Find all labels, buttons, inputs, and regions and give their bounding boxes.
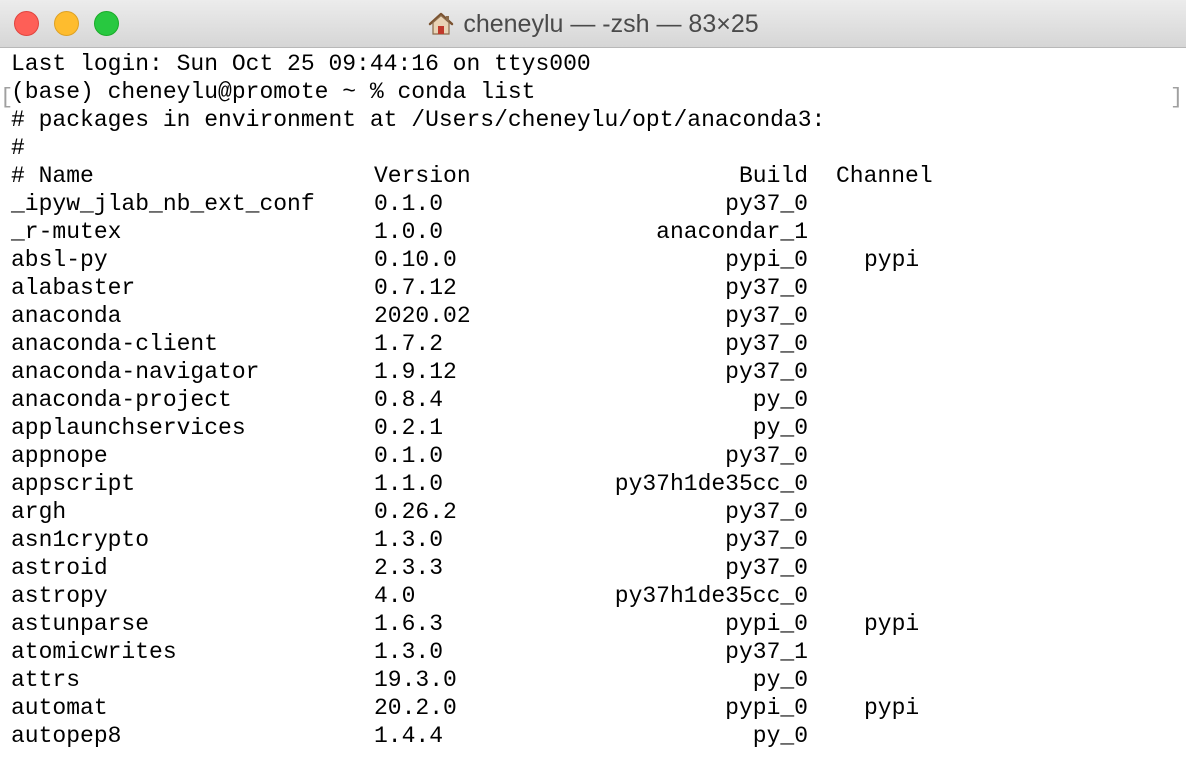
window-title: cheneylu — -zsh — 83×25	[463, 9, 759, 38]
package-channel: pypi	[864, 247, 920, 273]
package-channel: pypi	[864, 611, 920, 637]
package-name: applaunchservices	[11, 415, 246, 441]
package-version: 0.7.12	[374, 275, 457, 301]
header-name: # Name	[11, 163, 94, 189]
package-build: py_0	[752, 667, 808, 693]
package-name: appnope	[11, 443, 108, 469]
package-build: py37_0	[725, 443, 808, 469]
package-build: pypi_0	[725, 695, 808, 721]
header-build: Build	[738, 163, 808, 189]
mark-bracket-right: ]	[1170, 85, 1184, 110]
package-version: 4.0	[374, 583, 416, 609]
package-name: astroid	[11, 555, 108, 581]
package-version: 1.0.0	[374, 219, 444, 245]
package-name: astropy	[11, 583, 108, 609]
package-version: 1.6.3	[374, 611, 444, 637]
package-version: 0.8.4	[374, 387, 444, 413]
package-name: autopep8	[11, 723, 122, 749]
package-build: py37h1de35cc_0	[614, 471, 808, 497]
package-name: anaconda	[11, 303, 122, 329]
package-version: 2020.02	[374, 303, 471, 329]
package-build: py37h1de35cc_0	[614, 583, 808, 609]
environment-path-line: # packages in environment at /Users/chen…	[11, 107, 826, 133]
package-name: attrs	[11, 667, 81, 693]
package-version: 2.3.3	[374, 555, 444, 581]
package-name: absl-py	[11, 247, 108, 273]
package-build: py37_0	[725, 499, 808, 525]
comment-line: #	[11, 135, 25, 161]
package-version: 1.4.4	[374, 723, 444, 749]
package-version: 0.10.0	[374, 247, 457, 273]
package-name: argh	[11, 499, 67, 525]
package-build: py37_0	[725, 359, 808, 385]
package-version: 20.2.0	[374, 695, 457, 721]
package-version: 0.26.2	[374, 499, 457, 525]
package-channel: pypi	[864, 695, 920, 721]
terminal-window: cheneylu — -zsh — 83×25 [ ] Last login: …	[0, 0, 1186, 762]
package-build: py37_1	[725, 639, 808, 665]
package-name: _r-mutex	[11, 219, 122, 245]
package-build: py37_0	[725, 191, 808, 217]
title-bar[interactable]: cheneylu — -zsh — 83×25	[0, 0, 1186, 48]
package-build: anacondar_1	[656, 219, 808, 245]
package-build: py_0	[752, 387, 808, 413]
package-version: 1.3.0	[374, 527, 444, 553]
package-build: py37_0	[725, 303, 808, 329]
package-name: anaconda-project	[11, 387, 232, 413]
package-build: py37_0	[725, 555, 808, 581]
terminal-content[interactable]: [ ] Last login: Sun Oct 25 09:44:16 on t…	[0, 48, 1186, 762]
package-name: asn1crypto	[11, 527, 150, 553]
package-name: _ipyw_jlab_nb_ext_conf	[11, 191, 315, 217]
last-login-line: Last login: Sun Oct 25 09:44:16 on ttys0…	[11, 51, 591, 77]
package-build: pypi_0	[725, 247, 808, 273]
package-name: anaconda-navigator	[11, 359, 260, 385]
package-version: 0.1.0	[374, 443, 444, 469]
package-build: py37_0	[725, 527, 808, 553]
package-version: 1.9.12	[374, 359, 457, 385]
package-version: 0.1.0	[374, 191, 444, 217]
package-version: 19.3.0	[374, 667, 457, 693]
package-build: py_0	[752, 723, 808, 749]
package-version: 1.3.0	[374, 639, 444, 665]
package-version: 1.7.2	[374, 331, 444, 357]
package-version: 0.2.1	[374, 415, 444, 441]
package-version: 1.1.0	[374, 471, 444, 497]
package-name: astunparse	[11, 611, 150, 637]
window-title-area: cheneylu — -zsh — 83×25	[0, 0, 1186, 48]
header-channel: Channel	[836, 163, 933, 189]
package-name: alabaster	[11, 275, 136, 301]
package-name: anaconda-client	[11, 331, 219, 357]
header-version: Version	[374, 163, 471, 189]
package-build: py_0	[752, 415, 808, 441]
package-name: appscript	[11, 471, 136, 497]
package-name: atomicwrites	[11, 639, 177, 665]
command-prompt-line: (base) cheneylu@promote ~ % conda list	[11, 79, 536, 105]
home-folder-icon	[429, 12, 454, 35]
package-build: py37_0	[725, 331, 808, 357]
package-build: py37_0	[725, 275, 808, 301]
package-name: automat	[11, 695, 108, 721]
package-build: pypi_0	[725, 611, 808, 637]
